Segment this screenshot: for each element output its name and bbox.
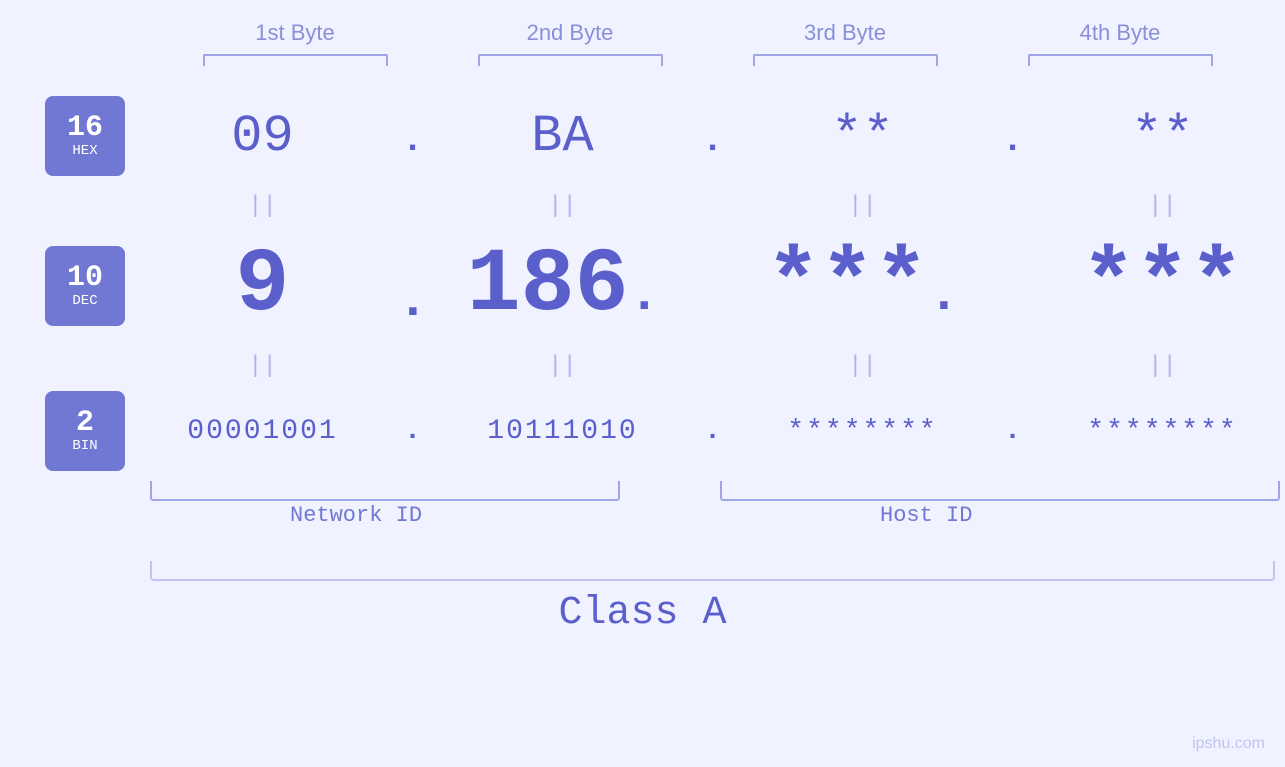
network-id-label: Network ID [290, 503, 422, 528]
dec-badge-label: DEC [72, 293, 97, 309]
dec-b2: 186. [453, 235, 673, 337]
byte2-header: 2nd Byte [470, 20, 670, 46]
hex-b2: BA [453, 107, 673, 166]
eq1-b3: || [753, 193, 973, 220]
eq2-b3: || [753, 353, 973, 380]
top-brackets [158, 54, 1258, 66]
bin-b4: ******** [1053, 416, 1273, 447]
hex-badge-label: HEX [72, 143, 97, 159]
eq2-b1: || [153, 353, 373, 380]
dec-badge-number: 10 [67, 263, 103, 293]
dot-sep-hex-1: . [398, 123, 428, 159]
hex-badge-number: 16 [67, 113, 103, 143]
bin-badge: 2 BIN [45, 391, 125, 471]
host-id-label: Host ID [880, 503, 972, 528]
dot-sep-bin-3: . [998, 416, 1028, 447]
byte4-header: 4th Byte [1020, 20, 1220, 46]
eq1-b2: || [453, 193, 673, 220]
dot-sep-hex-3: . [998, 123, 1028, 159]
top-bracket-1 [203, 54, 388, 66]
network-id-bracket [150, 481, 620, 501]
hex-b3: ** [753, 107, 973, 166]
top-bracket-2 [478, 54, 663, 66]
bin-badge-number: 2 [76, 408, 94, 438]
class-a-label: Class A [558, 591, 726, 636]
eq1-b4: || [1053, 193, 1273, 220]
byte1-header: 1st Byte [195, 20, 395, 46]
host-id-bracket [720, 481, 1280, 501]
dot-sep-dec-1: . [397, 242, 428, 331]
top-bracket-4 [1028, 54, 1213, 66]
dec-b1: 9 [152, 235, 372, 337]
dec-b4: *** [1053, 235, 1273, 337]
dec-badge: 10 DEC [45, 246, 125, 326]
main-container: 1st Byte 2nd Byte 3rd Byte 4th Byte 16 H… [0, 0, 1285, 767]
hex-b1: 09 [153, 107, 373, 166]
eq2-b2: || [453, 353, 673, 380]
bin-b2: 10111010 [453, 416, 673, 447]
byte3-header: 3rd Byte [745, 20, 945, 46]
bin-badge-label: BIN [72, 438, 97, 454]
dot-sep-bin-2: . [698, 416, 728, 447]
bin-b1: 00001001 [153, 416, 373, 447]
dec-b3: ***. [753, 235, 973, 337]
byte-headers: 1st Byte 2nd Byte 3rd Byte 4th Byte [158, 20, 1258, 46]
hex-badge: 16 HEX [45, 96, 125, 176]
top-bracket-3 [753, 54, 938, 66]
watermark: ipshu.com [1192, 735, 1265, 753]
eq1-b1: || [153, 193, 373, 220]
hex-b4: ** [1053, 107, 1273, 166]
eq2-b4: || [1053, 353, 1273, 380]
bin-b3: ******** [753, 416, 973, 447]
dot-sep-hex-2: . [698, 123, 728, 159]
dot-sep-bin-1: . [398, 416, 428, 447]
full-bottom-bracket [150, 561, 1275, 581]
